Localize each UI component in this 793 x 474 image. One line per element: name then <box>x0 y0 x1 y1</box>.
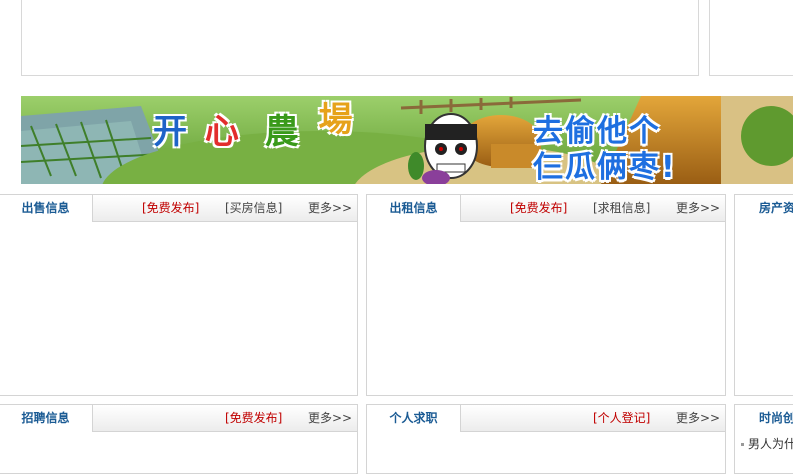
tab-sale-info[interactable]: 出售信息 <box>0 195 93 222</box>
panel-real-estate: 房产资 <box>734 194 793 396</box>
panel-fashion: 时尚创 男人为什 <box>734 404 793 474</box>
logo-char-2: 心 <box>204 112 239 152</box>
free-post-link[interactable]: [免费发布] <box>510 195 567 222</box>
buy-house-info-link[interactable]: [买房信息] <box>225 195 282 222</box>
free-post-link[interactable]: [免费发布] <box>225 405 282 432</box>
farm-scene-illustration <box>21 96 793 184</box>
list-item[interactable]: 男人为什 <box>741 435 793 452</box>
more-link[interactable]: 更多>> <box>676 405 720 432</box>
panel-job-seeking: 个人求职 [个人登记] 更多>> <box>366 404 726 474</box>
personal-register-link[interactable]: [个人登记] <box>593 405 650 432</box>
logo-char-4: 場 <box>318 100 353 140</box>
tab-rent-info[interactable]: 出租信息 <box>367 195 461 222</box>
panel-rent-info: 出租信息 [免费发布] [求租信息] 更多>> <box>366 194 726 396</box>
banner-slogan-line-2: 仨瓜俩枣! <box>533 150 677 184</box>
more-link[interactable]: 更多>> <box>676 195 720 222</box>
more-link[interactable]: 更多>> <box>308 195 352 222</box>
tab-fashion[interactable]: 时尚创 <box>735 405 793 432</box>
panel-sale-info: 出售信息 [免费发布] [买房信息] 更多>> <box>0 194 358 396</box>
happy-farm-banner-ad[interactable]: 开 心 農 場 去偷他个 仨瓜俩枣! <box>21 96 793 184</box>
bullet-icon <box>741 443 744 446</box>
panel-job-postings: 招聘信息 [免费发布] 更多>> <box>0 404 358 474</box>
tab-job-seeking[interactable]: 个人求职 <box>367 405 461 432</box>
top-left-box <box>21 0 699 76</box>
happy-farm-logo: 开 心 農 場 <box>153 100 393 153</box>
list-item-title: 男人为什 <box>748 437 793 451</box>
top-right-box <box>709 0 793 76</box>
more-link[interactable]: 更多>> <box>308 405 352 432</box>
tab-real-estate[interactable]: 房产资 <box>735 195 793 222</box>
logo-char-1: 开 <box>153 112 187 152</box>
seek-rent-info-link[interactable]: [求租信息] <box>593 195 650 222</box>
free-post-link[interactable]: [免费发布] <box>142 195 199 222</box>
logo-char-3: 農 <box>264 112 299 152</box>
tab-job-postings[interactable]: 招聘信息 <box>0 405 93 432</box>
